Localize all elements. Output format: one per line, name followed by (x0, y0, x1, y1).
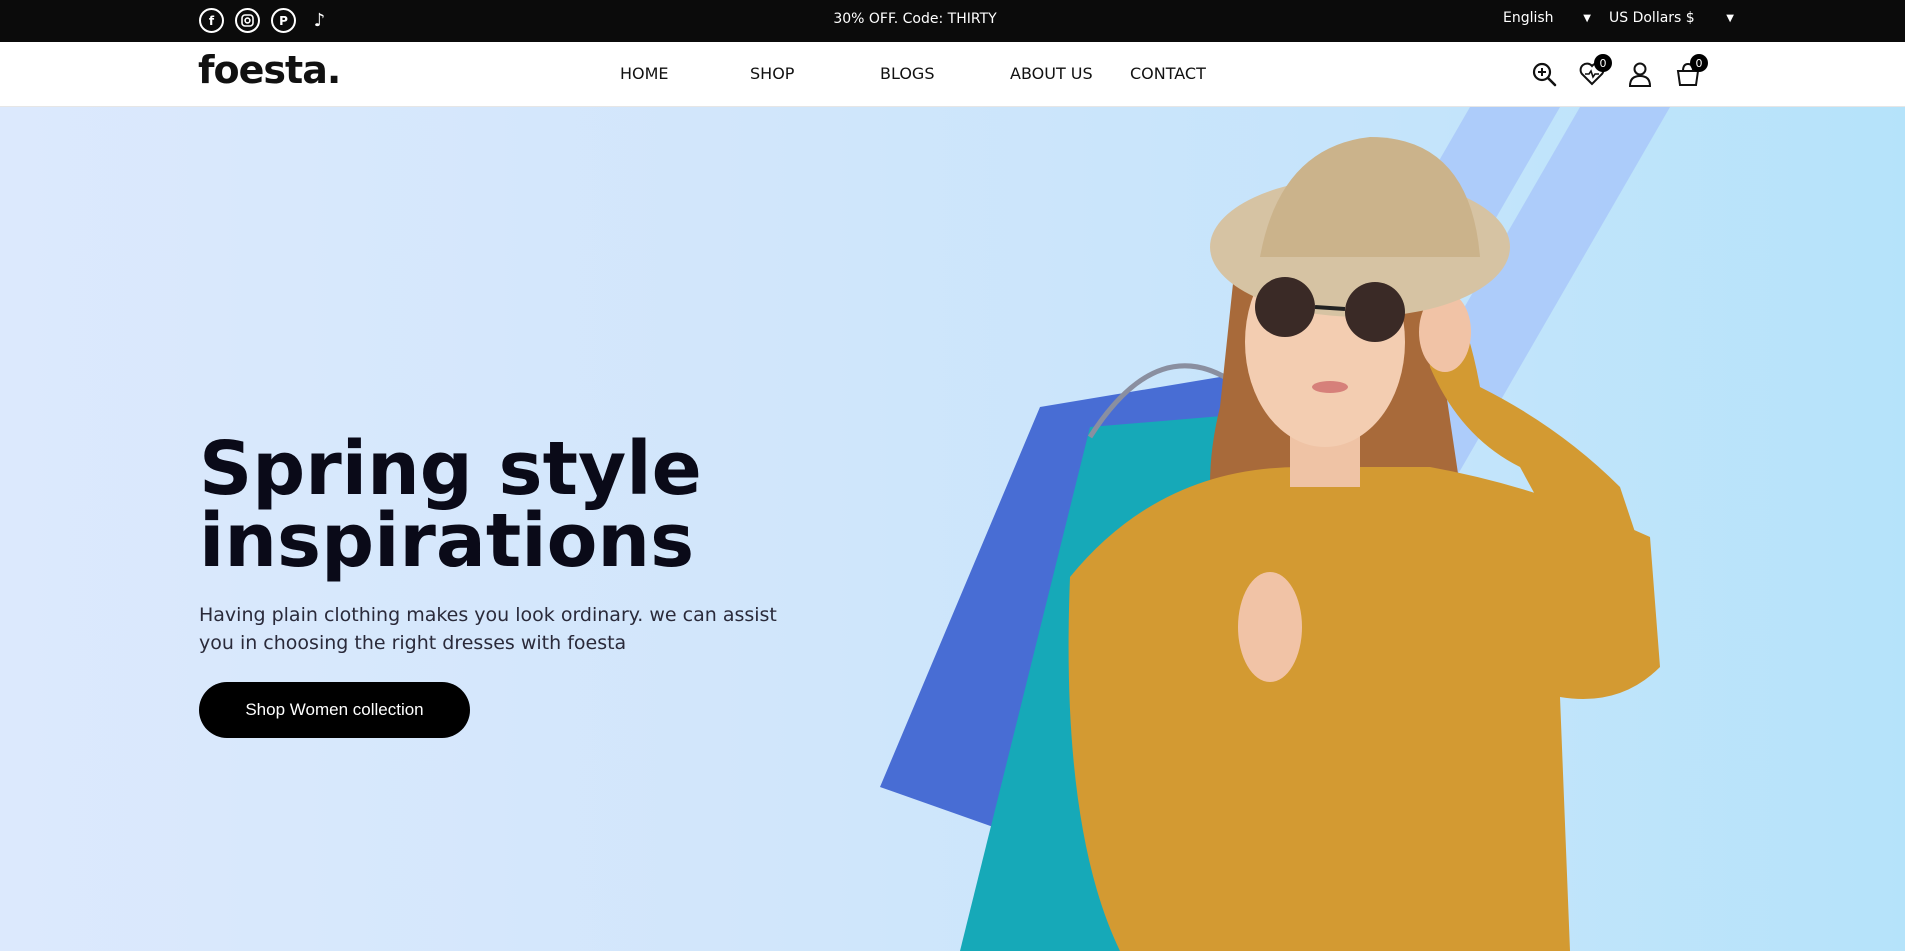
nav-blogs[interactable]: BLOGS (880, 64, 1010, 83)
wishlist-count-badge: 0 (1594, 54, 1612, 72)
search-button[interactable] (1530, 60, 1558, 88)
hero-title-line-1: Spring style (199, 426, 702, 512)
nav-shop[interactable]: SHOP (750, 64, 880, 83)
search-icon (1532, 62, 1557, 87)
hero-title-line-2: inspirations (199, 498, 695, 584)
locale-selectors: English ▼ US Dollars $ ▼ (1503, 10, 1734, 26)
currency-select[interactable]: US Dollars $ ▼ (1609, 10, 1734, 26)
nav-contact[interactable]: CONTACT (1130, 64, 1230, 83)
site-header: foesta. HOME SHOP BLOGS ABOUT US CONTACT… (0, 42, 1905, 107)
chevron-down-icon: ▼ (1726, 12, 1734, 24)
chevron-down-icon: ▼ (1583, 12, 1591, 24)
wishlist-button[interactable]: 0 (1578, 54, 1612, 88)
header-actions: 0 0 (1530, 54, 1708, 88)
user-icon (1628, 62, 1652, 87)
shop-women-collection-button[interactable]: Shop Women collection (199, 682, 470, 738)
top-announcement-bar: f P ♪ 30% OFF. Code: THIRTY English ▼ US… (0, 0, 1905, 42)
hero-title: Spring style inspirations (199, 426, 702, 584)
language-select[interactable]: English ▼ (1503, 10, 1591, 26)
cart-button[interactable]: 0 (1674, 54, 1708, 88)
main-nav: HOME SHOP BLOGS ABOUT US CONTACT (620, 64, 1230, 83)
language-value: English (1503, 10, 1554, 26)
account-button[interactable] (1626, 60, 1654, 88)
currency-value: US Dollars $ (1609, 10, 1695, 26)
hero-model-image (880, 137, 1660, 951)
hero-banner: Spring style inspirations Having plain c… (0, 107, 1905, 951)
brand-logo[interactable]: foesta. (198, 48, 341, 92)
hero-subtitle: Having plain clothing makes you look ord… (199, 604, 777, 654)
nav-home[interactable]: HOME (620, 64, 750, 83)
nav-about-us[interactable]: ABOUT US (1010, 64, 1140, 83)
cart-count-badge: 0 (1690, 54, 1708, 72)
